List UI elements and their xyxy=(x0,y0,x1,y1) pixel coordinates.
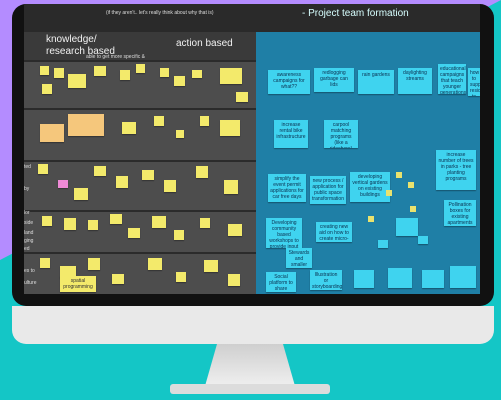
sticky-awareness-campaigns[interactable]: awareness campaigns for what?? xyxy=(268,70,310,94)
sticky-note[interactable] xyxy=(54,68,64,78)
sticky-note[interactable] xyxy=(160,68,169,77)
sticky-stewards[interactable]: Stewards and smaller cultivation? xyxy=(286,248,312,268)
dot-marker xyxy=(408,182,414,188)
left-header-2: action based xyxy=(176,38,233,49)
sticky-note[interactable] xyxy=(88,220,98,230)
sticky-note[interactable] xyxy=(220,68,242,84)
dot-marker xyxy=(368,216,374,222)
sticky-note[interactable] xyxy=(68,114,104,136)
sticky-note[interactable] xyxy=(204,260,218,272)
sticky-note[interactable] xyxy=(396,218,418,236)
sticky-invasive-species[interactable]: how to support residents to identify inv… xyxy=(468,68,480,96)
dot-marker xyxy=(386,190,392,196)
sticky-vertical-gardens[interactable]: developing vertical gardens on existing … xyxy=(350,172,390,202)
sticky-note[interactable] xyxy=(176,272,186,282)
sticky-note[interactable] xyxy=(174,230,184,240)
sticky-pollination-boxes[interactable]: Pollination boxes for existing apartment… xyxy=(444,200,476,226)
sticky-note[interactable] xyxy=(74,188,88,200)
sticky-tree-planting[interactable]: increase number of trees in parks - tree… xyxy=(436,150,476,190)
sticky-rain-gardens[interactable]: rain gardens xyxy=(358,70,394,94)
sticky-note[interactable] xyxy=(228,224,242,236)
lane-label-4: side xyxy=(24,220,34,226)
sticky-note[interactable] xyxy=(450,266,476,288)
sticky-spatial-programming[interactable]: spatial programming xyxy=(60,276,96,292)
sticky-note[interactable] xyxy=(236,92,248,102)
top-right-label: - Project team formation xyxy=(302,8,409,19)
sticky-note[interactable] xyxy=(388,268,412,288)
sticky-note[interactable] xyxy=(40,258,50,268)
sticky-note[interactable] xyxy=(68,74,86,88)
sticky-note[interactable] xyxy=(40,124,64,142)
sticky-note[interactable] xyxy=(200,218,210,228)
sticky-note[interactable] xyxy=(200,116,209,126)
sticky-note[interactable] xyxy=(110,214,122,224)
whiteboard-screen[interactable]: (if they aren't.. let's really think abo… xyxy=(24,4,480,294)
sticky-note[interactable] xyxy=(120,70,130,80)
sticky-note[interactable] xyxy=(42,84,52,94)
sticky-note[interactable] xyxy=(128,228,140,238)
sticky-note[interactable] xyxy=(142,170,154,180)
sticky-note[interactable] xyxy=(136,64,145,73)
sticky-rental-bike[interactable]: increase rental bike infrastructure xyxy=(274,120,308,148)
lane-label-9: ulture xyxy=(24,280,37,286)
sticky-note[interactable] xyxy=(94,66,106,76)
sticky-note[interactable] xyxy=(152,216,166,228)
monitor-chin xyxy=(12,306,494,344)
sticky-note[interactable] xyxy=(378,240,388,248)
sticky-illustration[interactable]: Illustration or storyboarding design xyxy=(310,270,342,290)
sticky-note[interactable] xyxy=(122,122,136,134)
sticky-climate-stories[interactable]: Social platform to share climate stories xyxy=(266,272,296,292)
lane-label-3: lor xyxy=(24,210,30,216)
sticky-note[interactable] xyxy=(354,270,374,288)
lane-label-5: land xyxy=(24,230,34,236)
sticky-note[interactable] xyxy=(38,164,48,174)
sticky-redlogging[interactable]: redlogging garbage can lids xyxy=(314,68,354,92)
lane-label-1: ted xyxy=(24,164,31,170)
sticky-note[interactable] xyxy=(64,218,76,230)
sticky-note[interactable] xyxy=(422,270,444,288)
lane-4 xyxy=(24,210,256,252)
top-note: (if they aren't.. let's really think abo… xyxy=(106,10,214,16)
sticky-educational-campaigns[interactable]: educational campaigns that teach younger… xyxy=(438,64,466,94)
sticky-note[interactable] xyxy=(58,180,68,188)
sticky-note[interactable] xyxy=(220,120,240,136)
monitor-foot xyxy=(170,384,330,394)
sticky-note[interactable] xyxy=(192,70,202,78)
dot-marker xyxy=(410,206,416,212)
sticky-note[interactable] xyxy=(40,66,49,75)
sticky-note[interactable] xyxy=(112,274,124,284)
lane-5 xyxy=(24,252,256,294)
sticky-note[interactable] xyxy=(176,130,184,138)
sticky-note[interactable] xyxy=(164,180,176,192)
sticky-note[interactable] xyxy=(418,236,428,244)
sticky-note[interactable] xyxy=(196,166,208,178)
sticky-note[interactable] xyxy=(174,76,185,86)
sticky-micro-climates[interactable]: creating new aid on how to create micro-… xyxy=(316,222,352,242)
lane-label-2: by xyxy=(24,186,30,192)
lane-label-7: ed xyxy=(24,246,30,252)
board-topbar xyxy=(24,4,480,32)
sticky-note[interactable] xyxy=(116,176,128,188)
monitor-stand xyxy=(205,344,295,386)
sticky-note[interactable] xyxy=(148,258,162,270)
sticky-note[interactable] xyxy=(228,274,240,286)
lane-label-6: ging xyxy=(24,238,34,244)
dot-marker xyxy=(396,172,402,178)
sticky-note[interactable] xyxy=(154,116,164,126)
sticky-note[interactable] xyxy=(224,180,238,194)
sticky-note[interactable] xyxy=(42,216,52,226)
lane-label-8: es to xyxy=(24,268,35,274)
sticky-carpool-matching[interactable]: carpool matching programs (like a ridesh… xyxy=(324,120,358,148)
sticky-community-workshops[interactable]: Developing community based workshops to … xyxy=(266,218,302,248)
sticky-note[interactable] xyxy=(88,258,100,270)
sticky-note[interactable] xyxy=(94,166,106,176)
sticky-daylighting-streams[interactable]: daylighting streams xyxy=(398,68,432,94)
sticky-public-space[interactable]: new process / application for public spa… xyxy=(310,176,346,204)
sticky-event-permits[interactable]: simplify the event permit applications f… xyxy=(268,174,306,202)
